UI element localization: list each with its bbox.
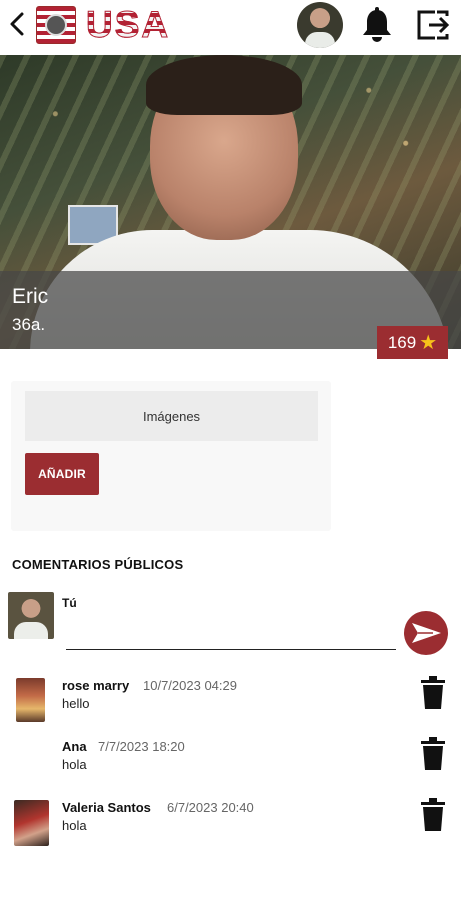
comment-author[interactable]: rose marry	[62, 678, 129, 693]
tab-images[interactable]: Imágenes	[25, 391, 318, 441]
comment-avatar[interactable]	[16, 678, 45, 722]
logo-text: USA	[85, 4, 171, 45]
user-avatar[interactable]	[297, 2, 343, 48]
comment-input[interactable]	[66, 614, 396, 650]
chevron-left-icon[interactable]	[6, 10, 28, 38]
points-value: 169	[387, 332, 417, 352]
comments-heading: COMENTARIOS PÚBLICOS	[12, 557, 184, 572]
trash-icon[interactable]	[421, 798, 445, 832]
my-avatar	[8, 592, 54, 639]
add-image-button[interactable]: AÑADIR	[25, 453, 99, 495]
profile-photo: Eric 36a.	[0, 55, 461, 349]
composer-author-label: Tú	[62, 596, 77, 610]
comment-item: rose marry 10/7/2023 04:29 hello	[0, 676, 461, 728]
profile-age: 36a.	[12, 315, 46, 334]
comment-date: 10/7/2023 04:29	[143, 678, 237, 693]
top-bar: USA	[0, 0, 461, 52]
points-badge: 169 ★	[377, 326, 448, 359]
trash-icon[interactable]	[421, 737, 445, 771]
bell-icon[interactable]	[360, 6, 394, 44]
logout-icon[interactable]	[415, 6, 451, 44]
flag-seal-logo	[36, 6, 76, 44]
profile-name: Eric	[12, 285, 49, 308]
comment-avatar[interactable]	[14, 800, 49, 846]
comment-text: hola	[62, 757, 87, 772]
comment-text: hello	[62, 696, 90, 711]
comment-item: Valeria Santos 6/7/2023 20:40 hola	[0, 798, 461, 850]
images-card: Imágenes AÑADIR	[11, 381, 331, 531]
trash-icon[interactable]	[421, 676, 445, 710]
star-icon: ★	[419, 331, 438, 354]
comment-author[interactable]: Valeria Santos	[62, 800, 151, 815]
comment-date: 6/7/2023 20:40	[167, 800, 254, 815]
comment-date: 7/7/2023 18:20	[98, 739, 185, 754]
app-logo: USA	[36, 4, 171, 45]
comment-text: hola	[62, 818, 87, 833]
comment-item: Ana 7/7/2023 18:20 hola	[0, 737, 461, 789]
comment-author[interactable]: Ana	[62, 739, 87, 754]
send-icon[interactable]	[403, 610, 449, 656]
